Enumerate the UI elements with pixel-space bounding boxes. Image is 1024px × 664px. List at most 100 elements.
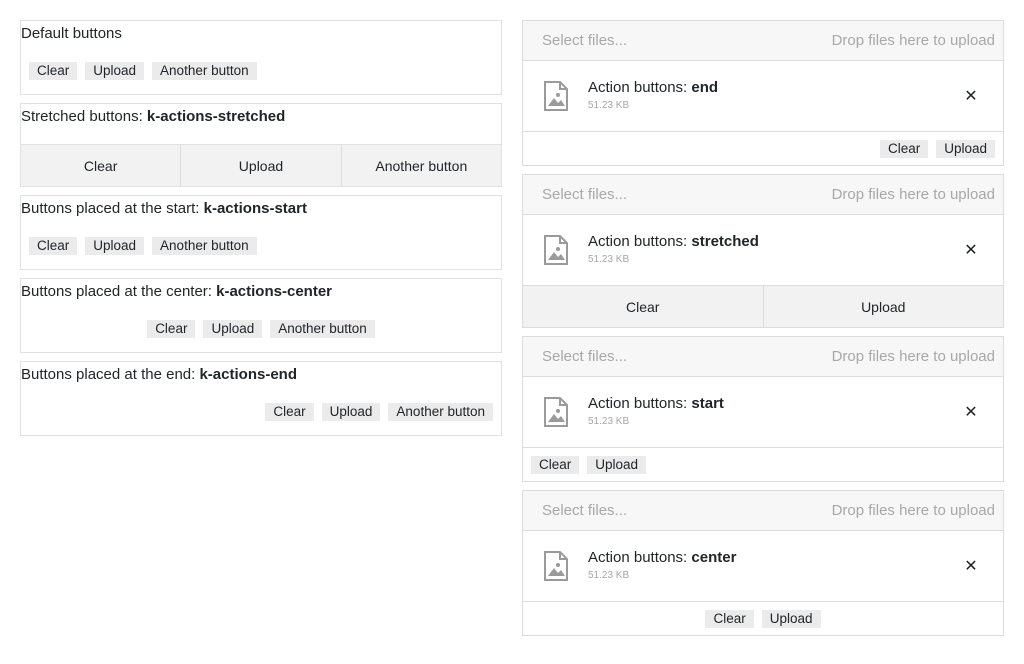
stretched-actions-row: Clear Upload Another button bbox=[21, 144, 501, 186]
demo-title-text: Buttons placed at the end: bbox=[21, 366, 200, 383]
upload-widget-start: Select files... Drop files here to uploa… bbox=[522, 336, 1004, 482]
file-size: 51.23 KB bbox=[588, 416, 630, 427]
demo-title-class: k-actions-center bbox=[216, 283, 332, 300]
remove-file-icon[interactable]: ✕ bbox=[963, 240, 979, 260]
file-name: Action buttons: end bbox=[588, 79, 963, 97]
image-file-icon bbox=[544, 397, 568, 427]
file-name-variant: start bbox=[691, 395, 724, 412]
file-item: Action buttons: start 51.23 KB ✕ bbox=[523, 377, 1003, 447]
upload-button[interactable]: Upload bbox=[764, 286, 1004, 327]
end-buttons-demo: Buttons placed at the end: k-actions-end… bbox=[20, 361, 502, 436]
demo-title: Stretched buttons: k-actions-stretched bbox=[21, 104, 501, 144]
file-name-prefix: Action buttons: bbox=[588, 395, 692, 412]
upload-widget-center: Select files... Drop files here to uploa… bbox=[522, 490, 1004, 636]
start-buttons-demo: Buttons placed at the start: k-actions-s… bbox=[20, 195, 502, 270]
image-file-icon bbox=[544, 551, 568, 581]
upload-actions: Clear Upload bbox=[523, 601, 1003, 635]
upload-widget-end: Select files... Drop files here to uploa… bbox=[522, 20, 1004, 166]
drop-hint: Drop files here to upload bbox=[831, 32, 995, 49]
default-buttons-demo: Default buttons Clear Upload Another but… bbox=[20, 20, 502, 95]
drop-hint: Drop files here to upload bbox=[831, 348, 995, 365]
another-button[interactable]: Another button bbox=[270, 320, 375, 338]
file-size: 51.23 KB bbox=[588, 254, 630, 265]
file-size: 51.23 KB bbox=[588, 100, 630, 111]
upload-dropzone[interactable]: Select files... Drop files here to uploa… bbox=[523, 491, 1003, 531]
demo-title-text: Buttons placed at the center: bbox=[21, 283, 217, 300]
file-name: Action buttons: center bbox=[588, 549, 963, 567]
upload-actions-stretched: Clear Upload bbox=[523, 285, 1003, 327]
upload-dropzone[interactable]: Select files... Drop files here to uploa… bbox=[523, 175, 1003, 215]
demo-title-class: k-actions-end bbox=[199, 366, 297, 383]
upload-dropzone[interactable]: Select files... Drop files here to uploa… bbox=[523, 21, 1003, 61]
file-item: Action buttons: stretched 51.23 KB ✕ bbox=[523, 215, 1003, 285]
demo-title-text: Buttons placed at the start: bbox=[21, 200, 204, 217]
file-name-prefix: Action buttons: bbox=[588, 549, 692, 566]
stretched-buttons-demo: Stretched buttons: k-actions-stretched C… bbox=[20, 103, 502, 187]
clear-button[interactable]: Clear bbox=[265, 403, 314, 421]
image-file-icon bbox=[544, 81, 568, 111]
select-files-button[interactable]: Select files... bbox=[542, 348, 627, 365]
another-button[interactable]: Another button bbox=[152, 237, 257, 255]
select-files-button[interactable]: Select files... bbox=[542, 502, 627, 519]
image-file-icon bbox=[544, 235, 568, 265]
upload-button[interactable]: Upload bbox=[85, 62, 145, 80]
file-item: Action buttons: end 51.23 KB ✕ bbox=[523, 61, 1003, 131]
upload-button[interactable]: Upload bbox=[181, 145, 342, 186]
clear-button[interactable]: Clear bbox=[531, 455, 580, 474]
file-size: 51.23 KB bbox=[588, 570, 630, 581]
file-name-prefix: Action buttons: bbox=[588, 233, 692, 250]
file-name-prefix: Action buttons: bbox=[588, 79, 692, 96]
demo-title-text: Stretched buttons: bbox=[21, 108, 147, 125]
demo-title: Buttons placed at the end: k-actions-end bbox=[21, 362, 501, 388]
demo-title-text: Default buttons bbox=[21, 25, 122, 42]
upload-button[interactable]: Upload bbox=[936, 139, 995, 158]
file-name: Action buttons: start bbox=[588, 395, 963, 413]
actions-row: Clear Upload Another button bbox=[21, 388, 501, 436]
select-files-button[interactable]: Select files... bbox=[542, 32, 627, 49]
another-button[interactable]: Another button bbox=[388, 403, 493, 421]
file-name-variant: stretched bbox=[691, 233, 759, 250]
file-info: Action buttons: center 51.23 KB bbox=[588, 549, 963, 583]
demo-title: Default buttons bbox=[21, 21, 501, 47]
center-buttons-demo: Buttons placed at the center: k-actions-… bbox=[20, 278, 502, 353]
upload-actions: Clear Upload bbox=[523, 131, 1003, 165]
clear-button[interactable]: Clear bbox=[21, 145, 182, 186]
remove-file-icon[interactable]: ✕ bbox=[963, 86, 979, 106]
upload-dropzone[interactable]: Select files... Drop files here to uploa… bbox=[523, 337, 1003, 377]
clear-button[interactable]: Clear bbox=[523, 286, 764, 327]
file-info: Action buttons: start 51.23 KB bbox=[588, 395, 963, 429]
upload-button[interactable]: Upload bbox=[203, 320, 263, 338]
demo-title-class: k-actions-start bbox=[203, 200, 307, 217]
demo-title: Buttons placed at the start: k-actions-s… bbox=[21, 196, 501, 222]
demo-title: Buttons placed at the center: k-actions-… bbox=[21, 279, 501, 305]
file-name-variant: end bbox=[691, 79, 719, 96]
clear-button[interactable]: Clear bbox=[147, 320, 196, 338]
drop-hint: Drop files here to upload bbox=[831, 502, 995, 519]
another-button[interactable]: Another button bbox=[152, 62, 257, 80]
file-name: Action buttons: stretched bbox=[588, 233, 963, 251]
left-column: Default buttons Clear Upload Another but… bbox=[20, 20, 502, 436]
actions-row: Clear Upload Another button bbox=[21, 305, 501, 353]
another-button[interactable]: Another button bbox=[342, 145, 501, 186]
file-info: Action buttons: end 51.23 KB bbox=[588, 79, 963, 113]
demo-title-class: k-actions-stretched bbox=[146, 108, 286, 125]
actions-row: Clear Upload Another button bbox=[21, 47, 501, 95]
remove-file-icon[interactable]: ✕ bbox=[963, 556, 979, 576]
right-column: Select files... Drop files here to uploa… bbox=[522, 20, 1004, 636]
file-info: Action buttons: stretched 51.23 KB bbox=[588, 233, 963, 267]
upload-widget-stretched: Select files... Drop files here to uploa… bbox=[522, 174, 1004, 328]
file-name-variant: center bbox=[691, 549, 737, 566]
upload-button[interactable]: Upload bbox=[321, 403, 381, 421]
select-files-button[interactable]: Select files... bbox=[542, 186, 627, 203]
upload-button[interactable]: Upload bbox=[587, 455, 647, 474]
upload-button[interactable]: Upload bbox=[761, 609, 821, 628]
clear-button[interactable]: Clear bbox=[29, 62, 78, 80]
clear-button[interactable]: Clear bbox=[879, 139, 929, 158]
actions-row: Clear Upload Another button bbox=[21, 222, 501, 270]
upload-button[interactable]: Upload bbox=[85, 237, 145, 255]
drop-hint: Drop files here to upload bbox=[831, 186, 995, 203]
clear-button[interactable]: Clear bbox=[29, 237, 78, 255]
clear-button[interactable]: Clear bbox=[705, 609, 754, 628]
remove-file-icon[interactable]: ✕ bbox=[963, 402, 979, 422]
upload-actions: Clear Upload bbox=[523, 447, 1003, 481]
